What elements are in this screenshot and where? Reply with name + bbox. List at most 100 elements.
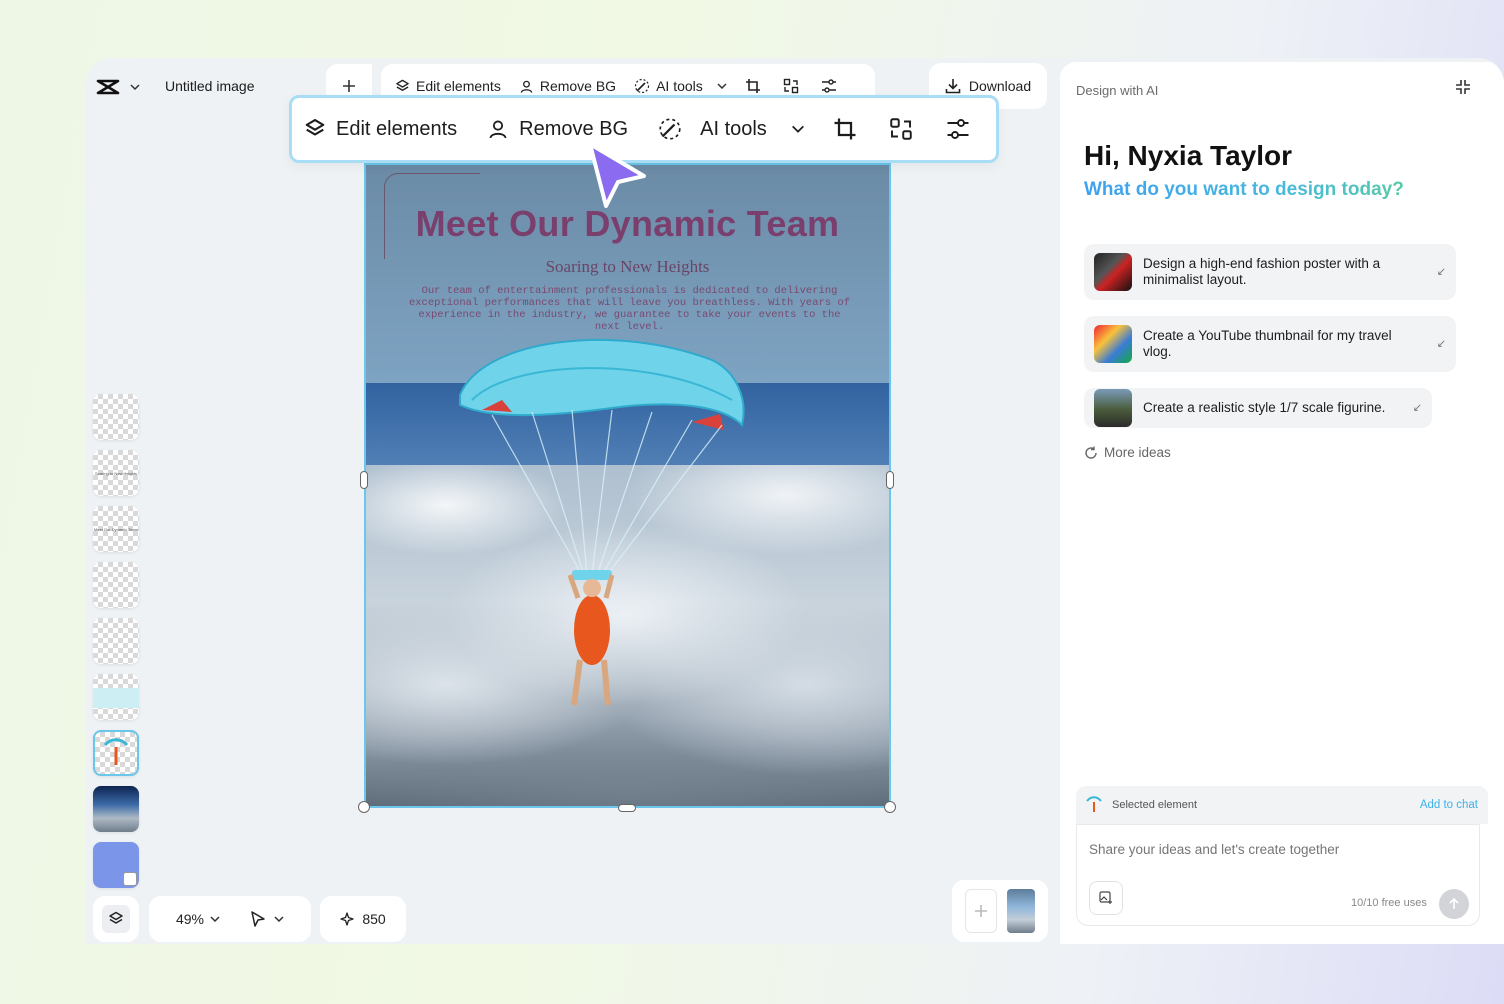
- chevron-down-icon: [274, 916, 284, 922]
- crop-icon[interactable]: [745, 78, 761, 94]
- poster-subtitle[interactable]: Soaring to New Heights: [366, 257, 889, 277]
- insert-arrow-icon: ↙: [1436, 338, 1446, 350]
- ai-tools-button[interactable]: AI tools: [658, 117, 805, 141]
- image-add-icon: [1099, 891, 1112, 904]
- replace-icon[interactable]: [783, 78, 799, 94]
- select-pointer-icon: [250, 911, 266, 927]
- arrow-up-icon: [1449, 898, 1459, 909]
- resize-handle-bottom-right[interactable]: [884, 801, 896, 813]
- document-title[interactable]: Untitled image: [165, 78, 255, 94]
- layer-thumb[interactable]: [93, 674, 139, 720]
- collapse-icon[interactable]: [1454, 78, 1472, 96]
- remove-bg-button-small[interactable]: Remove BG: [519, 78, 616, 94]
- suggestion-thumbnail: [1094, 325, 1132, 363]
- layer-thumb-selected[interactable]: [93, 730, 139, 776]
- person-icon: [487, 118, 509, 140]
- resize-handle-bottom-left[interactable]: [358, 801, 370, 813]
- more-ideas-button[interactable]: More ideas: [1084, 445, 1171, 460]
- design-prompt-heading: What do you want to design today?: [1084, 179, 1404, 200]
- layers-icon: [102, 905, 130, 933]
- zoom-controls: 49%: [149, 896, 311, 942]
- suggestion-text: Create a realistic style 1/7 scale figur…: [1143, 400, 1386, 415]
- refresh-icon: [1084, 446, 1098, 460]
- suggestion-thumbnail: [1094, 253, 1132, 291]
- magic-wand-icon: [634, 78, 650, 94]
- design-canvas[interactable]: Meet Our Dynamic Team Soaring to New Hei…: [364, 163, 891, 808]
- selected-element-label: Selected element: [1112, 799, 1197, 811]
- ai-tools-label-small: AI tools: [656, 78, 703, 94]
- suggestion-text: Create a YouTube thumbnail for my travel…: [1143, 328, 1392, 359]
- pages-strip: [952, 880, 1048, 942]
- layer-thumb[interactable]: [93, 394, 139, 440]
- chevron-down-icon: [717, 83, 727, 89]
- app-logo-menu[interactable]: [96, 72, 140, 102]
- pointer-cursor-icon: [584, 140, 650, 215]
- page-thumbnail[interactable]: [1007, 889, 1035, 933]
- person-icon: [519, 79, 534, 94]
- paraglider-thumb-icon: [103, 738, 129, 765]
- resize-handle-left[interactable]: [360, 471, 368, 489]
- poster-body-text[interactable]: Our team of entertainment professionals …: [406, 285, 853, 333]
- capcut-logo-icon: [96, 78, 120, 96]
- chat-input[interactable]: [1089, 842, 1459, 857]
- add-to-chat-button[interactable]: Add to chat: [1420, 799, 1478, 811]
- chevron-down-icon: [210, 916, 220, 922]
- more-ideas-label: More ideas: [1104, 445, 1171, 460]
- edit-elements-label-small: Edit elements: [416, 78, 501, 94]
- insert-arrow-icon: ↙: [1412, 402, 1422, 414]
- ai-tools-button-small[interactable]: AI tools: [634, 78, 727, 94]
- paraglider-thumb-icon: [1086, 796, 1102, 812]
- credits-count: 850: [362, 911, 386, 927]
- download-label: Download: [968, 78, 1032, 94]
- adjust-icon[interactable]: [821, 78, 837, 94]
- layer-thumb[interactable]: [93, 618, 139, 664]
- send-button[interactable]: [1439, 889, 1469, 919]
- edit-elements-label: Edit elements: [336, 117, 458, 140]
- suggestion-text: Design a high-end fashion poster with a …: [1143, 256, 1381, 287]
- image-badge-icon: [123, 872, 137, 886]
- sparkle-icon: [340, 912, 354, 926]
- replace-icon[interactable]: [889, 117, 913, 141]
- layers-icon: [395, 79, 410, 94]
- layers-icon: [304, 118, 326, 140]
- add-page-button[interactable]: [965, 889, 997, 933]
- credits-button[interactable]: 850: [320, 896, 406, 942]
- remove-bg-label: Remove BG: [519, 117, 629, 140]
- suggestion-card[interactable]: Create a realistic style 1/7 scale figur…: [1084, 388, 1432, 428]
- chat-composer: 10/10 free uses: [1076, 824, 1480, 926]
- chevron-down-icon: [791, 125, 805, 133]
- upload-image-button[interactable]: [1089, 881, 1123, 915]
- ai-design-panel: Design with AI Hi, Nyxia Taylor What do …: [1060, 62, 1504, 944]
- layers-panel: Soaring to New Heights Meet Our Dynamic …: [93, 394, 139, 898]
- suggestion-thumbnail: [1094, 389, 1132, 427]
- zoom-dropdown[interactable]: 49%: [176, 911, 220, 927]
- selected-element-bar: Selected element Add to chat: [1076, 786, 1488, 824]
- paraglider-image[interactable]: [452, 330, 752, 720]
- layer-thumb[interactable]: [93, 786, 139, 832]
- edit-elements-button-small[interactable]: Edit elements: [395, 78, 501, 94]
- remove-bg-button[interactable]: Remove BG: [487, 118, 628, 141]
- suggestion-card[interactable]: Design a high-end fashion poster with a …: [1084, 244, 1456, 300]
- ai-tools-label: AI tools: [700, 117, 767, 140]
- adjust-icon[interactable]: [945, 117, 971, 141]
- resize-handle-right[interactable]: [886, 471, 894, 489]
- layers-toggle-button[interactable]: [93, 896, 139, 942]
- free-uses-counter: 10/10 free uses: [1351, 897, 1427, 909]
- resize-handle-bottom[interactable]: [618, 804, 636, 812]
- layer-thumb[interactable]: Meet Our Dynamic Team: [93, 506, 139, 552]
- layer-thumb[interactable]: Soaring to New Heights: [93, 450, 139, 496]
- plus-icon: [342, 79, 356, 93]
- layer-label: Soaring to New Heights: [94, 470, 138, 476]
- crop-icon[interactable]: [833, 117, 857, 141]
- layer-label: Meet Our Dynamic Team: [93, 526, 139, 532]
- suggestion-card[interactable]: Create a YouTube thumbnail for my travel…: [1084, 316, 1456, 372]
- magic-wand-icon: [658, 117, 682, 141]
- insert-arrow-icon: ↙: [1436, 266, 1446, 278]
- greeting-heading: Hi, Nyxia Taylor: [1084, 140, 1293, 171]
- edit-elements-button[interactable]: Edit elements: [304, 118, 457, 141]
- zoom-level: 49%: [175, 911, 205, 927]
- pointer-tool-dropdown[interactable]: [250, 911, 284, 927]
- layer-thumb[interactable]: [93, 842, 139, 888]
- editor-app: Untitled image Edit elements Remove BG A…: [86, 58, 1504, 944]
- layer-thumb[interactable]: [93, 562, 139, 608]
